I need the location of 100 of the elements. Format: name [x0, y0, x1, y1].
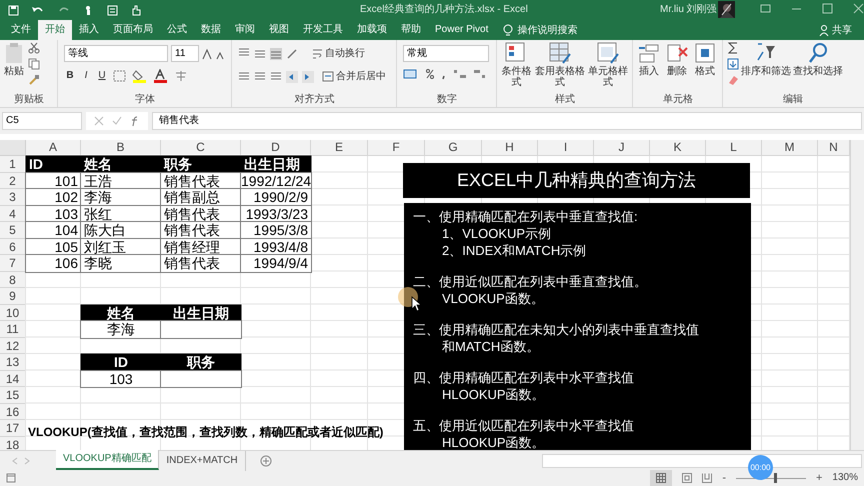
decrease-decimal-icon[interactable] — [473, 68, 487, 80]
column-header[interactable]: C — [161, 140, 241, 156]
clipboard-icon[interactable] — [4, 42, 24, 64]
function-icon[interactable] — [130, 116, 140, 126]
row-header[interactable]: 16 — [0, 404, 26, 420]
row-header[interactable]: 5 — [0, 222, 26, 238]
fill-color-icon[interactable] — [132, 68, 148, 82]
increase-decimal-icon[interactable] — [453, 68, 467, 80]
form-icon[interactable] — [107, 4, 118, 16]
ribbon-button[interactable]: 排序和筛选 — [741, 40, 791, 94]
column-header[interactable]: D — [241, 140, 311, 156]
align-center-icon[interactable] — [254, 70, 266, 82]
normal-view-icon[interactable] — [656, 473, 666, 483]
ribbon-button[interactable]: 插入 — [635, 40, 663, 94]
column-header[interactable]: F — [368, 140, 425, 156]
share-button[interactable]: 共享 — [832, 22, 852, 38]
column-header[interactable]: I — [538, 140, 594, 156]
tell-me-search[interactable]: 操作说明搜索 — [517, 22, 578, 38]
row-header[interactable]: 1 — [0, 156, 26, 172]
delete-cells-icon[interactable] — [666, 42, 688, 64]
row-header[interactable]: 3 — [0, 189, 26, 206]
column-header[interactable]: G — [425, 140, 482, 156]
column-header[interactable]: L — [706, 140, 762, 156]
merge-center-button[interactable]: 合并后居中 — [322, 69, 386, 84]
font-name-field[interactable]: 等线 — [64, 45, 168, 62]
currency-icon[interactable] — [403, 68, 419, 80]
column-header[interactable]: B — [81, 140, 161, 156]
increase-indent-icon[interactable] — [302, 70, 314, 82]
column-header[interactable]: M — [762, 140, 818, 156]
ribbon-tab[interactable]: 帮助 — [394, 20, 428, 40]
ribbon-tab[interactable]: 插入 — [72, 20, 106, 40]
zoom-level[interactable]: 130% — [832, 470, 858, 486]
ribbon-button[interactable]: 查找和选择 — [793, 40, 843, 94]
row-header[interactable]: 7 — [0, 255, 26, 272]
page-break-icon[interactable] — [702, 473, 712, 483]
row-header[interactable]: 15 — [0, 387, 26, 404]
font-size-field[interactable]: 11 — [171, 45, 199, 62]
ribbon-button[interactable]: 条件格式 — [499, 40, 534, 94]
macro-record-icon[interactable] — [6, 473, 16, 483]
column-header[interactable]: K — [650, 140, 706, 156]
ribbon-display-icon[interactable] — [760, 3, 771, 14]
ribbon-tab[interactable]: 页面布局 — [106, 20, 160, 40]
save-icon[interactable] — [8, 4, 19, 16]
grow-font-icon[interactable] — [202, 48, 212, 60]
column-header[interactable]: J — [594, 140, 650, 156]
formula-field[interactable]: 销售代表 — [152, 112, 862, 130]
zoom-in-button[interactable]: + — [816, 470, 822, 486]
conditional-format-icon[interactable] — [505, 42, 528, 64]
merge-icon[interactable] — [322, 71, 334, 82]
row-header[interactable]: 10 — [0, 304, 26, 321]
column-header[interactable]: A — [26, 140, 81, 156]
border-icon[interactable] — [113, 70, 127, 82]
zoom-out-button[interactable]: - — [722, 470, 726, 486]
format-painter-icon[interactable] — [28, 74, 40, 86]
format-cells-icon[interactable] — [694, 42, 716, 64]
ribbon-tab[interactable]: 文件 — [4, 20, 38, 40]
row-header[interactable]: 4 — [0, 206, 26, 222]
ribbon-tab[interactable]: 视图 — [262, 20, 296, 40]
close-icon[interactable] — [853, 3, 864, 14]
ribbon-tab[interactable]: 开始 — [38, 20, 72, 40]
sum-icon[interactable] — [727, 42, 739, 54]
add-sheet-icon[interactable] — [260, 454, 272, 466]
name-box[interactable]: C5 — [2, 112, 82, 130]
row-header[interactable]: 6 — [0, 238, 26, 255]
person-icon[interactable] — [819, 24, 829, 36]
copy-icon[interactable] — [28, 58, 40, 70]
row-header[interactable]: 13 — [0, 354, 26, 370]
hand-icon[interactable] — [130, 4, 142, 16]
maximize-icon[interactable] — [822, 3, 833, 14]
column-header[interactable]: E — [311, 140, 368, 156]
ribbon-tab[interactable]: 开发工具 — [296, 20, 350, 40]
row-header[interactable]: 14 — [0, 370, 26, 387]
row-header[interactable]: 8 — [0, 272, 26, 288]
paste-button[interactable]: 粘贴 — [4, 40, 24, 94]
ribbon-tab[interactable]: 数据 — [194, 20, 228, 40]
lightbulb-icon[interactable] — [503, 24, 514, 36]
page-layout-icon[interactable] — [682, 473, 692, 483]
fill-down-icon[interactable] — [727, 58, 739, 70]
ribbon-tab[interactable]: 加载项 — [350, 20, 394, 40]
ribbon-tab[interactable]: Power Pivot — [428, 20, 496, 40]
percent-icon[interactable] — [425, 68, 435, 80]
align-bottom-icon[interactable] — [270, 48, 282, 60]
cell-styles-icon[interactable] — [597, 42, 620, 64]
cut-icon[interactable] — [28, 42, 40, 54]
number-format-field[interactable]: 常规 — [403, 45, 489, 62]
wrap-text-button[interactable]: 自动换行 — [312, 46, 365, 61]
ribbon-button[interactable]: 格式 — [691, 40, 719, 94]
font-color-icon[interactable] — [153, 68, 169, 82]
wrap-icon[interactable] — [312, 48, 323, 59]
sheet-tab[interactable]: VLOOKUP精确匹配 — [56, 450, 160, 470]
ribbon-tab[interactable]: 审阅 — [228, 20, 262, 40]
row-header[interactable]: 17 — [0, 420, 26, 436]
ribbon-button[interactable]: 套用表格格式 — [534, 40, 586, 94]
align-middle-icon[interactable] — [254, 48, 266, 60]
align-left-icon[interactable] — [238, 70, 250, 82]
underline-button[interactable]: U — [96, 68, 108, 83]
search-icon[interactable] — [807, 42, 829, 64]
ribbon-tab[interactable]: 公式 — [160, 20, 194, 40]
vertical-scrollbar[interactable] — [850, 140, 864, 450]
row-header[interactable]: 9 — [0, 288, 26, 304]
